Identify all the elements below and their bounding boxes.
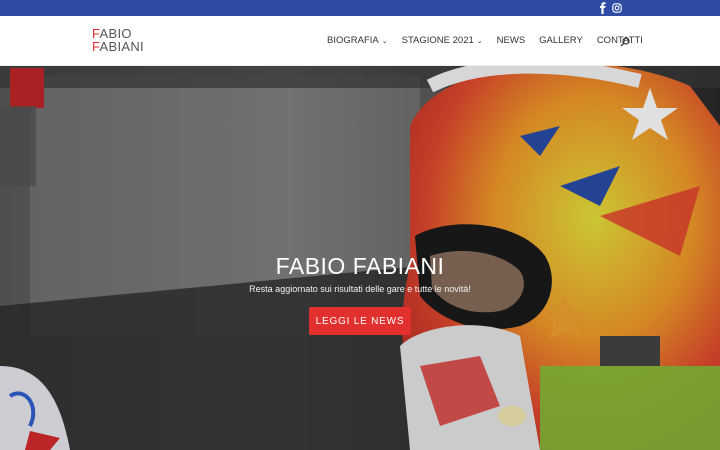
hero-subtitle: Resta aggiornato sui risultati delle gar… xyxy=(249,284,471,294)
nav-item-biografia[interactable]: BIOGRAFIA ⌄ xyxy=(327,35,388,46)
facebook-icon[interactable] xyxy=(598,2,608,14)
hero-title: FABIO FABIANI xyxy=(275,253,445,279)
top-bar xyxy=(0,0,720,16)
logo-line-2: FABIANI xyxy=(92,40,144,53)
chevron-down-icon: ⌄ xyxy=(381,37,388,45)
search-icon[interactable] xyxy=(620,37,630,47)
nav-label: NEWS xyxy=(496,35,526,46)
chevron-down-icon: ⌄ xyxy=(476,37,483,45)
site-header: FABIO FABIANI BIOGRAFIA ⌄ STAGIONE 2021 ⌄ … xyxy=(0,16,720,66)
nav-label: GALLERY xyxy=(539,35,583,46)
instagram-icon[interactable] xyxy=(612,2,622,14)
site-logo[interactable]: FABIO FABIANI xyxy=(92,27,144,53)
nav-label: BIOGRAFIA xyxy=(327,35,379,46)
hero-section: FABIO FABIANI Resta aggiornato sui risul… xyxy=(0,66,720,450)
nav-label: STAGIONE 2021 xyxy=(401,35,474,46)
read-news-button[interactable]: LEGGI LE NEWS xyxy=(309,307,411,335)
main-nav: BIOGRAFIA ⌄ STAGIONE 2021 ⌄ NEWS GALLERY C… xyxy=(327,35,643,46)
nav-item-news[interactable]: NEWS xyxy=(497,35,526,46)
logo-rest-2: ABIANI xyxy=(99,39,144,54)
logo-initial-2: F xyxy=(92,39,100,54)
nav-item-gallery[interactable]: GALLERY xyxy=(539,35,583,46)
nav-item-stagione-2021[interactable]: STAGIONE 2021 ⌄ xyxy=(402,35,483,46)
